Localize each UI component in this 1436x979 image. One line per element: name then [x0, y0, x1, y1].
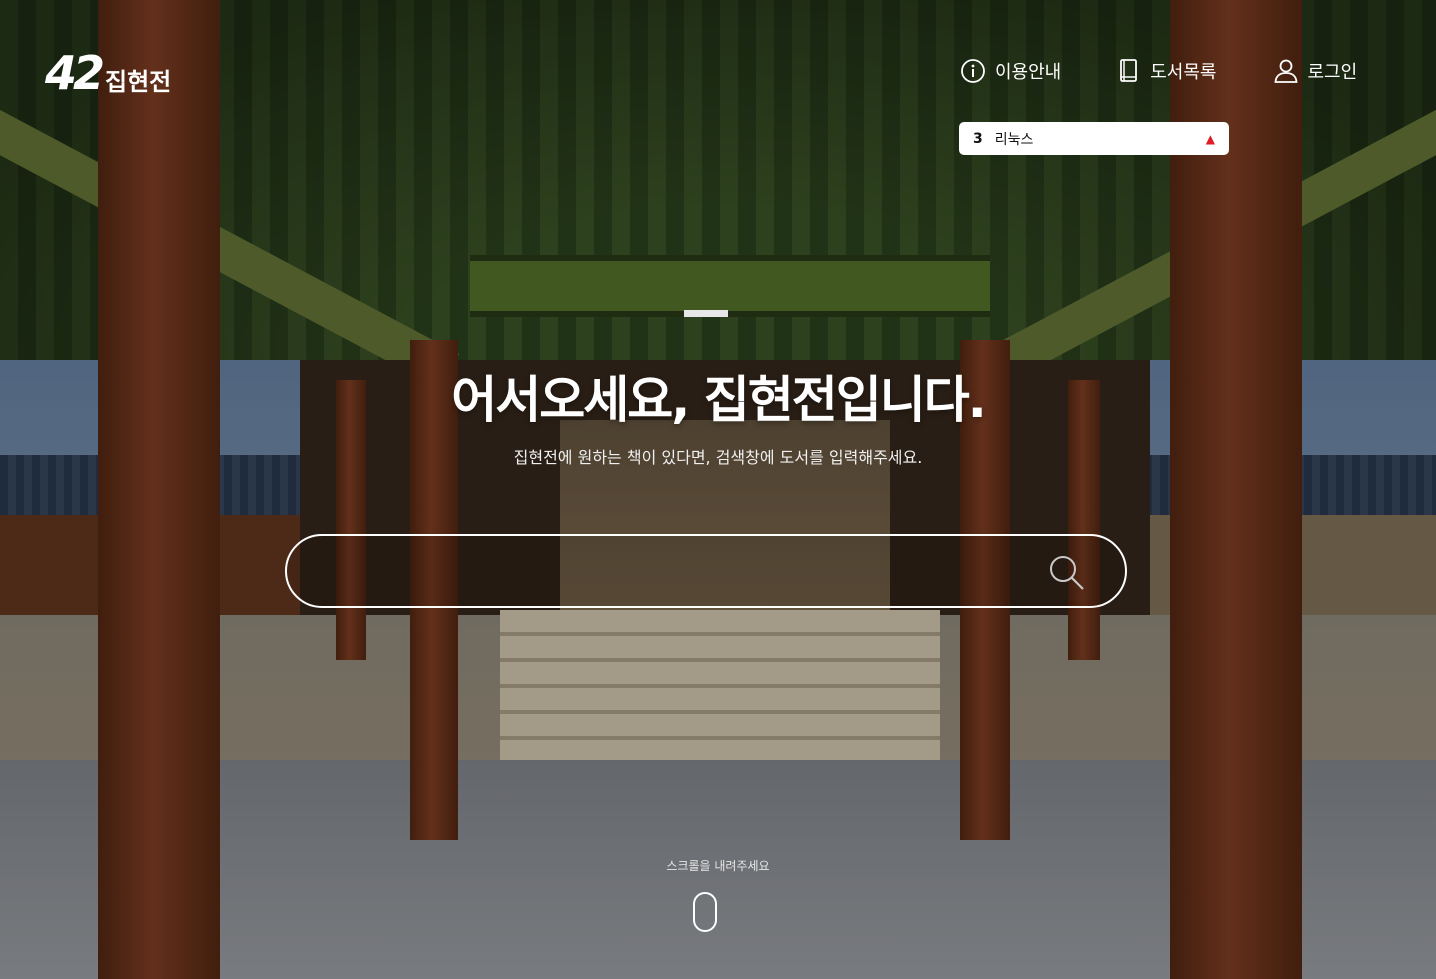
rank-keyword: 리눅스 [994, 131, 1034, 148]
scroll-hint-text: 스크롤을 내려주세요 [666, 859, 770, 873]
hero-title: 어서오세요, 집현전입니다. [451, 371, 986, 429]
nav-item-label: 로그인 [1307, 62, 1358, 83]
site-logo[interactable]: 42 집현전 [45, 48, 171, 97]
nav-item-guide[interactable]: 이용안내 [960, 58, 1061, 84]
info-circle-icon [960, 58, 986, 84]
search-icon [1047, 556, 1087, 597]
search-button[interactable] [1047, 553, 1087, 593]
hero-subtitle: 집현전에 원하는 책이 있다면, 검색창에 도서를 입력해주세요. [513, 448, 923, 467]
hero-accent-bar [684, 310, 728, 317]
book-icon [1117, 58, 1141, 84]
nav-item-label: 도서목록 [1150, 62, 1217, 83]
logo-text: 집현전 [105, 68, 172, 96]
triangle-up-icon: ▲ [1205, 131, 1215, 146]
popular-search-ranking[interactable]: 3 리눅스 ▲ [959, 122, 1229, 155]
logo-mark: 42 [45, 45, 105, 100]
nav-item-login[interactable]: 로그인 [1273, 58, 1358, 84]
nav-item-book-list[interactable]: 도서목록 [1117, 58, 1217, 84]
nav-item-label: 이용안내 [995, 62, 1062, 83]
search-input[interactable] [317, 536, 1061, 608]
search-bar [285, 534, 1127, 608]
rank-number: 3 [973, 130, 983, 147]
mouse-icon [693, 892, 717, 932]
main-nav: 이용안내 도서목록 로그인 [960, 58, 1357, 84]
user-icon [1273, 58, 1299, 84]
